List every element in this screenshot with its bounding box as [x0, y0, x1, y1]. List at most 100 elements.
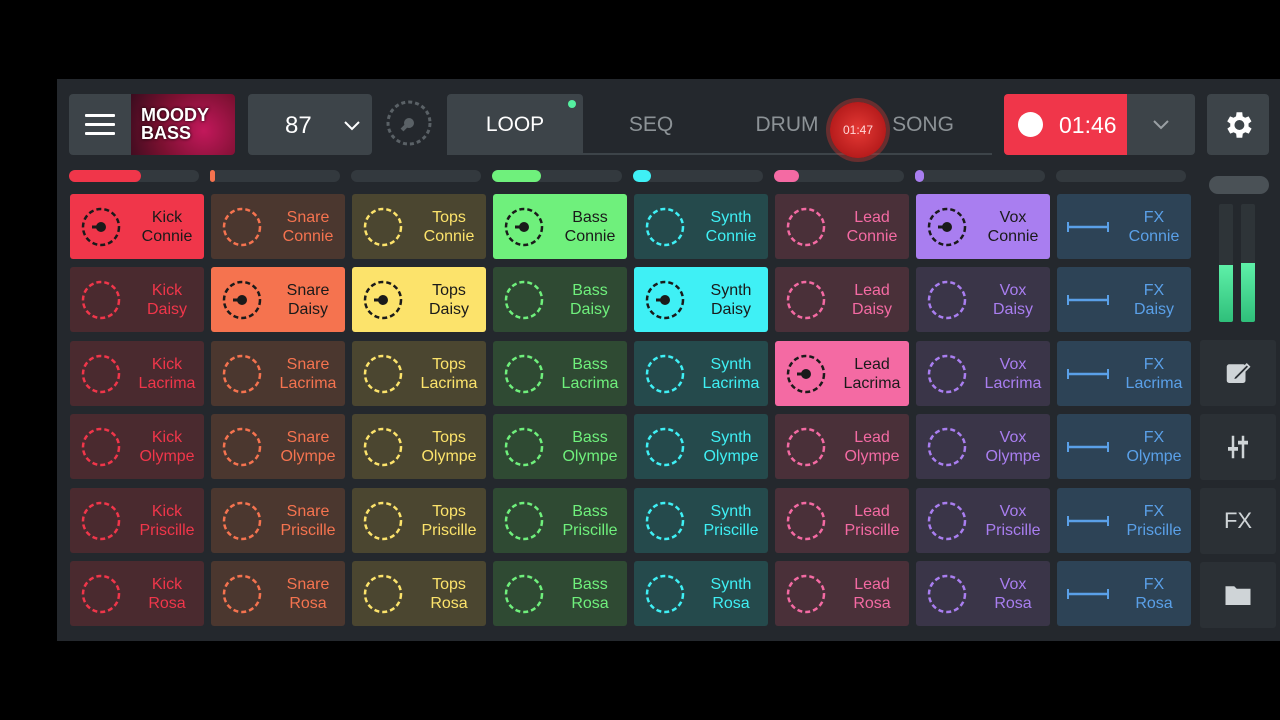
- pad-tops-connie[interactable]: Tops Connie: [352, 194, 486, 259]
- pad-fx-daisy[interactable]: FX Daisy: [1057, 267, 1191, 332]
- playing-knob-icon: [786, 354, 826, 394]
- pad-instrument: Lead: [854, 429, 890, 446]
- pad-tops-daisy[interactable]: Tops Daisy: [352, 267, 486, 332]
- track-progress-tops: [351, 170, 481, 182]
- pad-lead-connie[interactable]: Lead Connie: [775, 194, 909, 259]
- level-meter-right-fill: [1241, 263, 1255, 322]
- pad-variation: Connie: [141, 228, 193, 245]
- pad-tops-lacrima[interactable]: Tops Lacrima: [352, 341, 486, 406]
- pad-snare-rosa[interactable]: Snare Rosa: [211, 561, 345, 626]
- pad-synth-olympe[interactable]: Synth Olympe: [634, 414, 768, 479]
- pad-vox-connie[interactable]: Vox Connie: [916, 194, 1050, 259]
- pad-synth-priscille[interactable]: Synth Priscille: [634, 488, 768, 553]
- pad-vox-daisy[interactable]: Vox Daisy: [916, 267, 1050, 332]
- record-button[interactable]: 01:46: [1004, 94, 1127, 155]
- master-knob[interactable]: [386, 100, 432, 146]
- pad-vox-priscille[interactable]: Vox Priscille: [916, 488, 1050, 553]
- pad-label: Tops Daisy: [418, 281, 480, 319]
- pad-fx-connie[interactable]: FX Connie: [1057, 194, 1191, 259]
- pad-tops-priscille[interactable]: Tops Priscille: [352, 488, 486, 553]
- fx-button[interactable]: FX: [1200, 488, 1276, 554]
- pad-lead-daisy[interactable]: Lead Daisy: [775, 267, 909, 332]
- pad-lead-rosa[interactable]: Lead Rosa: [775, 561, 909, 626]
- mixer-button[interactable]: [1200, 414, 1276, 480]
- pad-bass-priscille[interactable]: Bass Priscille: [493, 488, 627, 553]
- pad-bass-connie[interactable]: Bass Connie: [493, 194, 627, 259]
- tempo-selector[interactable]: 87: [248, 94, 372, 155]
- pad-bass-lacrima[interactable]: Bass Lacrima: [493, 341, 627, 406]
- volume-handle[interactable]: [1209, 176, 1269, 194]
- pad-label: Tops Olympe: [418, 428, 480, 466]
- fx-button-label: FX: [1223, 508, 1253, 533]
- track-progress-kick: [69, 170, 199, 182]
- tab-loop[interactable]: LOOP: [447, 94, 583, 155]
- pad-bass-rosa[interactable]: Bass Rosa: [493, 561, 627, 626]
- pad-fx-olympe[interactable]: FX Olympe: [1057, 414, 1191, 479]
- pad-variation: Priscille: [1126, 522, 1182, 539]
- pad-variation: Olympe: [421, 448, 477, 465]
- gear-icon: [1227, 111, 1252, 138]
- pack-cover[interactable]: MOODY BASS: [131, 94, 235, 155]
- pad-kick-connie[interactable]: Kick Connie: [70, 194, 204, 259]
- pad-variation: Connie: [564, 228, 616, 245]
- pad-label: Bass Connie: [559, 208, 621, 246]
- pad-bass-olympe[interactable]: Bass Olympe: [493, 414, 627, 479]
- pad-instrument: Kick: [151, 209, 183, 226]
- pad-vox-olympe[interactable]: Vox Olympe: [916, 414, 1050, 479]
- pad-label: Snare Rosa: [277, 575, 339, 613]
- fx-line-icon: [1067, 295, 1109, 305]
- edit-button[interactable]: [1200, 340, 1276, 406]
- pad-snare-connie[interactable]: Snare Connie: [211, 194, 345, 259]
- pad-lead-lacrima[interactable]: Lead Lacrima: [775, 341, 909, 406]
- pad-label: Lead Olympe: [841, 428, 903, 466]
- pad-synth-rosa[interactable]: Synth Rosa: [634, 561, 768, 626]
- pad-kick-lacrima[interactable]: Kick Lacrima: [70, 341, 204, 406]
- settings-button[interactable]: [1207, 94, 1269, 155]
- pad-lead-priscille[interactable]: Lead Priscille: [775, 488, 909, 553]
- pad-kick-priscille[interactable]: Kick Priscille: [70, 488, 204, 553]
- pad-synth-daisy[interactable]: Synth Daisy: [634, 267, 768, 332]
- pad-bass-daisy[interactable]: Bass Daisy: [493, 267, 627, 332]
- pad-snare-daisy[interactable]: Snare Daisy: [211, 267, 345, 332]
- pad-snare-olympe[interactable]: Snare Olympe: [211, 414, 345, 479]
- tab-seq-label: SEQ: [628, 112, 674, 136]
- menu-icon-line: [85, 132, 115, 135]
- pad-instrument: Kick: [151, 356, 183, 373]
- floating-timer-bubble[interactable]: 01:47: [830, 102, 886, 158]
- pad-kick-olympe[interactable]: Kick Olympe: [70, 414, 204, 479]
- loop-ring-icon: [786, 280, 826, 320]
- pad-label: Snare Daisy: [277, 281, 339, 319]
- pad-synth-lacrima[interactable]: Synth Lacrima: [634, 341, 768, 406]
- pad-lead-olympe[interactable]: Lead Olympe: [775, 414, 909, 479]
- pad-instrument: Synth: [710, 282, 752, 299]
- pad-instrument: Vox: [999, 503, 1027, 520]
- menu-button[interactable]: [69, 94, 131, 155]
- pad-label: Kick Connie: [136, 208, 198, 246]
- loop-ring-icon: [363, 354, 403, 394]
- pad-variation: Daisy: [146, 301, 187, 318]
- pad-tops-rosa[interactable]: Tops Rosa: [352, 561, 486, 626]
- loop-ring-icon: [927, 501, 967, 541]
- tab-seq[interactable]: SEQ: [583, 94, 719, 155]
- pad-snare-priscille[interactable]: Snare Priscille: [211, 488, 345, 553]
- pad-fx-priscille[interactable]: FX Priscille: [1057, 488, 1191, 553]
- pad-variation: Rosa: [712, 595, 750, 612]
- pad-fx-lacrima[interactable]: FX Lacrima: [1057, 341, 1191, 406]
- pad-variation: Rosa: [853, 595, 891, 612]
- pad-vox-rosa[interactable]: Vox Rosa: [916, 561, 1050, 626]
- pad-vox-lacrima[interactable]: Vox Lacrima: [916, 341, 1050, 406]
- pad-fx-rosa[interactable]: FX Rosa: [1057, 561, 1191, 626]
- pad-label: FX Olympe: [1123, 428, 1185, 466]
- pad-snare-lacrima[interactable]: Snare Lacrima: [211, 341, 345, 406]
- pad-label: Synth Lacrima: [700, 355, 762, 393]
- record-options-button[interactable]: [1127, 94, 1195, 155]
- pad-synth-connie[interactable]: Synth Connie: [634, 194, 768, 259]
- pad-label: Kick Lacrima: [136, 355, 198, 393]
- loop-ring-icon: [504, 501, 544, 541]
- pad-kick-rosa[interactable]: Kick Rosa: [70, 561, 204, 626]
- pad-label: Vox Priscille: [982, 502, 1044, 540]
- folder-button[interactable]: [1200, 562, 1276, 628]
- loop-ring-icon: [786, 574, 826, 614]
- pad-kick-daisy[interactable]: Kick Daisy: [70, 267, 204, 332]
- pad-tops-olympe[interactable]: Tops Olympe: [352, 414, 486, 479]
